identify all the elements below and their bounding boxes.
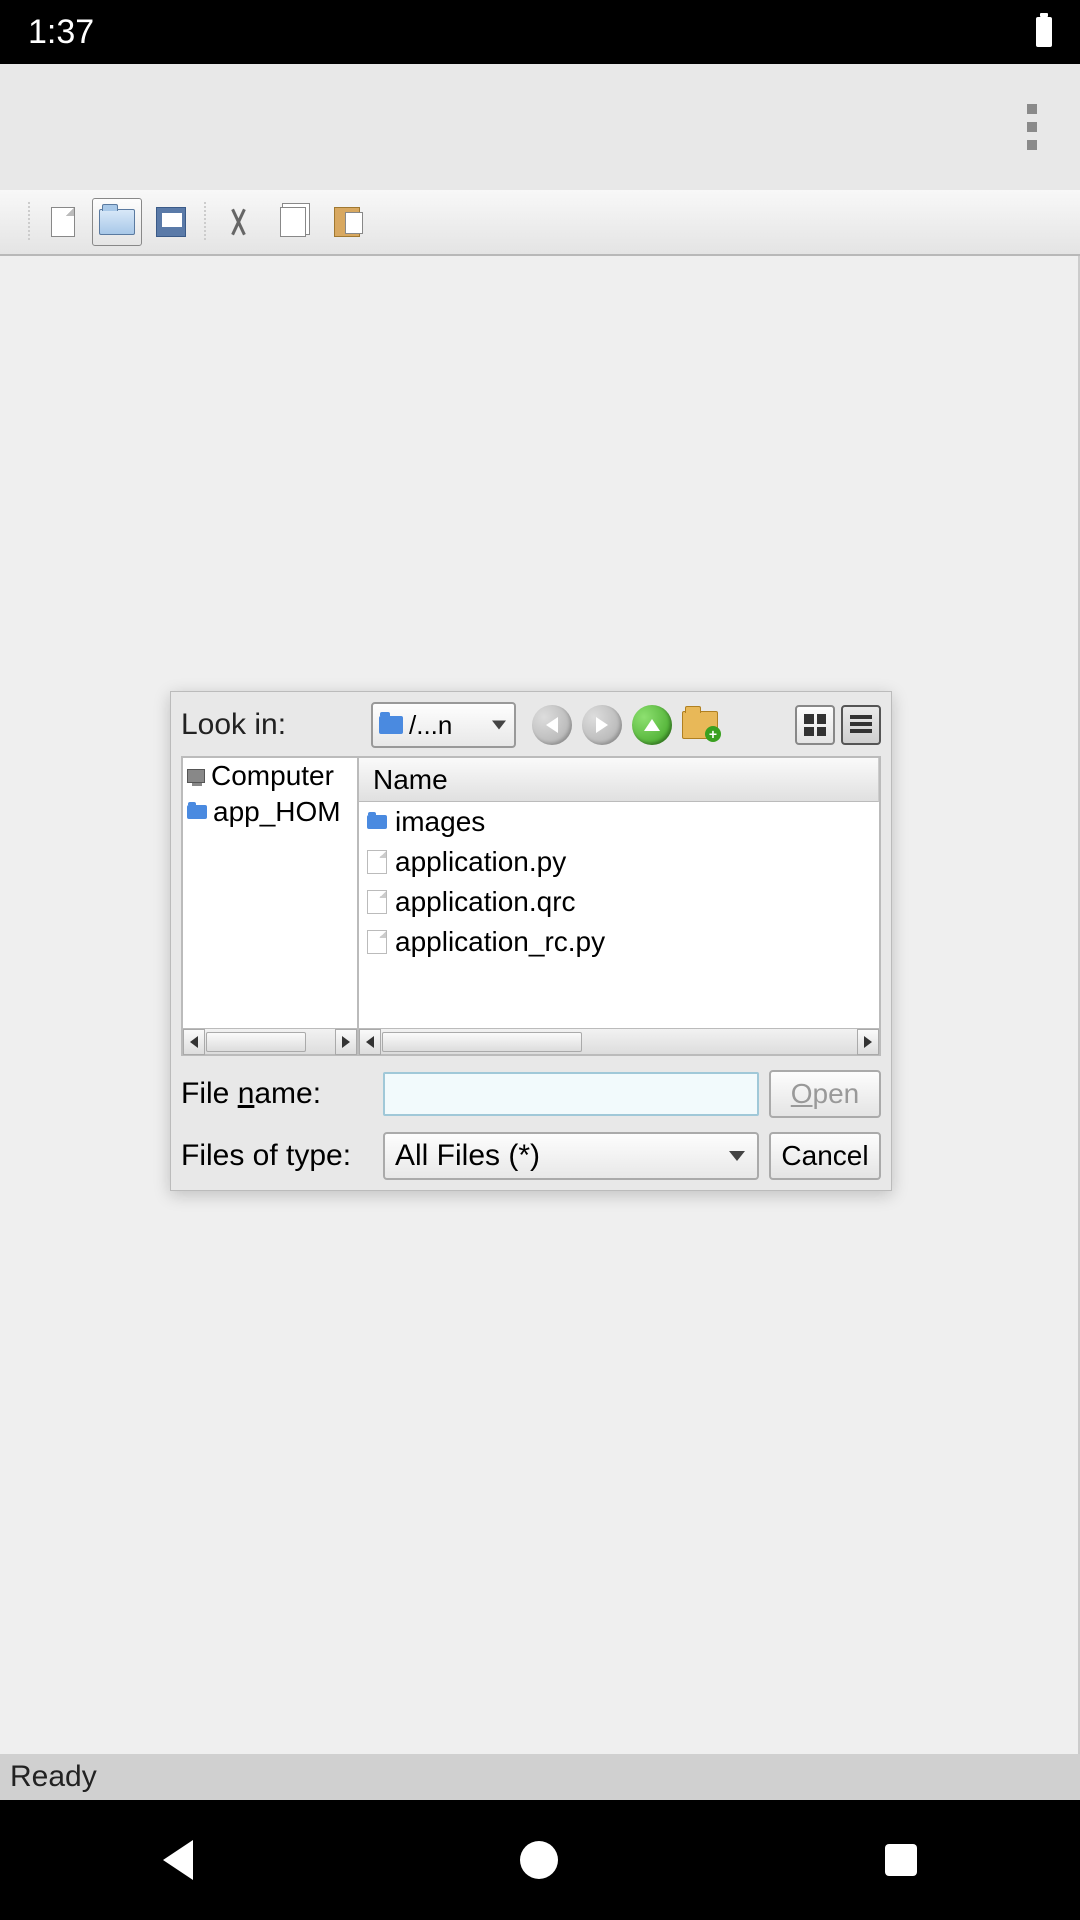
scrollbar-thumb[interactable] bbox=[206, 1032, 306, 1052]
cancel-button[interactable]: Cancel bbox=[769, 1132, 881, 1180]
chevron-left-icon bbox=[190, 1036, 198, 1048]
file-list[interactable]: Name images application.py application.q… bbox=[359, 756, 881, 1056]
chevron-right-icon bbox=[864, 1036, 872, 1048]
toolbar-separator bbox=[204, 202, 206, 242]
paste-button[interactable] bbox=[322, 198, 372, 246]
file-name-label: images bbox=[395, 806, 485, 838]
arrow-left-icon bbox=[546, 717, 558, 733]
nav-recent-button[interactable] bbox=[885, 1844, 917, 1876]
battery-icon bbox=[1036, 17, 1052, 47]
tree-item-label: Computer bbox=[211, 760, 334, 792]
tree-item-computer[interactable]: Computer bbox=[183, 758, 357, 794]
open-file-dialog: Look in: /...n Computer bbox=[170, 691, 892, 1191]
arrow-right-icon bbox=[596, 717, 608, 733]
scroll-right-button[interactable] bbox=[335, 1029, 357, 1055]
look-in-label: Look in: bbox=[181, 708, 371, 742]
new-document-icon bbox=[51, 207, 75, 237]
toolbar-separator bbox=[28, 202, 30, 242]
look-in-combo[interactable]: /...n bbox=[371, 702, 516, 748]
new-folder-icon bbox=[682, 711, 718, 739]
look-in-value: /...n bbox=[409, 710, 452, 741]
icon-view-button[interactable] bbox=[795, 705, 835, 745]
file-name-label: application_rc.py bbox=[395, 926, 605, 958]
new-document-button[interactable] bbox=[38, 198, 88, 246]
back-button[interactable] bbox=[532, 705, 572, 745]
save-icon bbox=[156, 207, 186, 237]
file-name-input[interactable] bbox=[383, 1072, 759, 1116]
file-entry[interactable]: application.qrc bbox=[359, 882, 879, 922]
files-of-type-value: All Files (*) bbox=[395, 1139, 540, 1173]
chevron-left-icon bbox=[366, 1036, 374, 1048]
grid-icon bbox=[804, 714, 826, 736]
folder-icon bbox=[187, 805, 207, 819]
chevron-down-icon bbox=[729, 1151, 745, 1161]
files-of-type-combo[interactable]: All Files (*) bbox=[383, 1132, 759, 1180]
files-of-type-label: Files of type: bbox=[181, 1139, 373, 1173]
forward-button[interactable] bbox=[582, 705, 622, 745]
file-name-label: application.qrc bbox=[395, 886, 576, 918]
arrow-up-icon bbox=[644, 719, 660, 731]
file-entry[interactable]: application_rc.py bbox=[359, 922, 879, 962]
computer-icon bbox=[187, 769, 205, 783]
scrollbar-thumb[interactable] bbox=[382, 1032, 582, 1052]
file-entry[interactable]: application.py bbox=[359, 842, 879, 882]
file-name-label: application.py bbox=[395, 846, 566, 878]
app-header bbox=[0, 64, 1080, 190]
scroll-left-button[interactable] bbox=[183, 1029, 205, 1055]
cut-button[interactable] bbox=[214, 198, 264, 246]
tree-item-label: app_HOM bbox=[213, 796, 341, 828]
nav-home-button[interactable] bbox=[520, 1841, 558, 1879]
tree-item-home[interactable]: app_HOM bbox=[183, 794, 357, 830]
clock-text: 1:37 bbox=[28, 13, 94, 52]
scissors-icon bbox=[225, 208, 253, 236]
nav-back-button[interactable] bbox=[163, 1840, 193, 1880]
copy-icon bbox=[280, 207, 306, 237]
file-name-label: File name: bbox=[181, 1077, 373, 1111]
chevron-down-icon bbox=[492, 721, 506, 730]
list-icon bbox=[850, 715, 872, 735]
paste-icon bbox=[334, 207, 360, 237]
android-nav-bar bbox=[0, 1800, 1080, 1920]
scroll-right-button[interactable] bbox=[857, 1029, 879, 1055]
folder-icon bbox=[379, 716, 403, 734]
scroll-left-button[interactable] bbox=[359, 1029, 381, 1055]
chevron-right-icon bbox=[342, 1036, 350, 1048]
overflow-menu-button[interactable] bbox=[1008, 97, 1056, 157]
file-icon bbox=[367, 890, 387, 914]
file-icon bbox=[367, 850, 387, 874]
file-icon bbox=[367, 930, 387, 954]
folder-open-icon bbox=[99, 209, 135, 235]
app-status-bar: Ready bbox=[0, 1754, 1080, 1800]
open-file-button[interactable] bbox=[92, 198, 142, 246]
document-area: Look in: /...n Computer bbox=[0, 256, 1080, 1754]
android-status-bar: 1:37 bbox=[0, 0, 1080, 64]
new-folder-button[interactable] bbox=[682, 705, 718, 745]
up-button[interactable] bbox=[632, 705, 672, 745]
save-button[interactable] bbox=[146, 198, 196, 246]
main-toolbar bbox=[0, 190, 1080, 256]
list-view-button[interactable] bbox=[841, 705, 881, 745]
open-button[interactable]: Open bbox=[769, 1070, 881, 1118]
folder-icon bbox=[367, 815, 387, 829]
status-text: Ready bbox=[10, 1760, 97, 1794]
location-tree[interactable]: Computer app_HOM bbox=[181, 756, 359, 1056]
column-header-name[interactable]: Name bbox=[359, 758, 879, 802]
file-entry-folder[interactable]: images bbox=[359, 802, 879, 842]
copy-button[interactable] bbox=[268, 198, 318, 246]
